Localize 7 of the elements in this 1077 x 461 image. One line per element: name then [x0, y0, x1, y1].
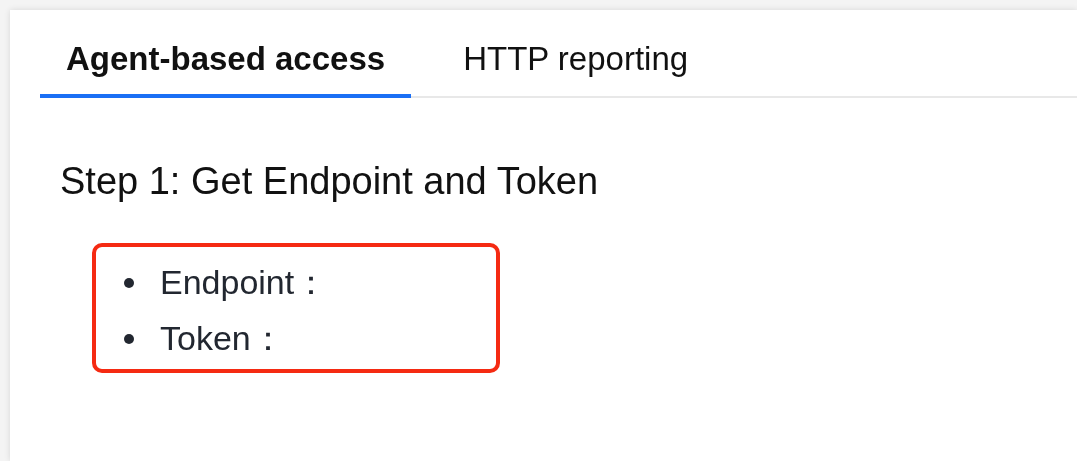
bullet-icon: [124, 278, 134, 288]
tab[interactable]: Agent-based access: [40, 40, 412, 98]
bullet-icon: [124, 334, 134, 344]
section-heading: Step 1: Get Endpoint and Token: [60, 160, 600, 203]
tab[interactable]: HTTP reporting: [437, 40, 715, 98]
list-item: Token：: [160, 318, 285, 359]
list-item: Endpoint：: [160, 262, 329, 303]
